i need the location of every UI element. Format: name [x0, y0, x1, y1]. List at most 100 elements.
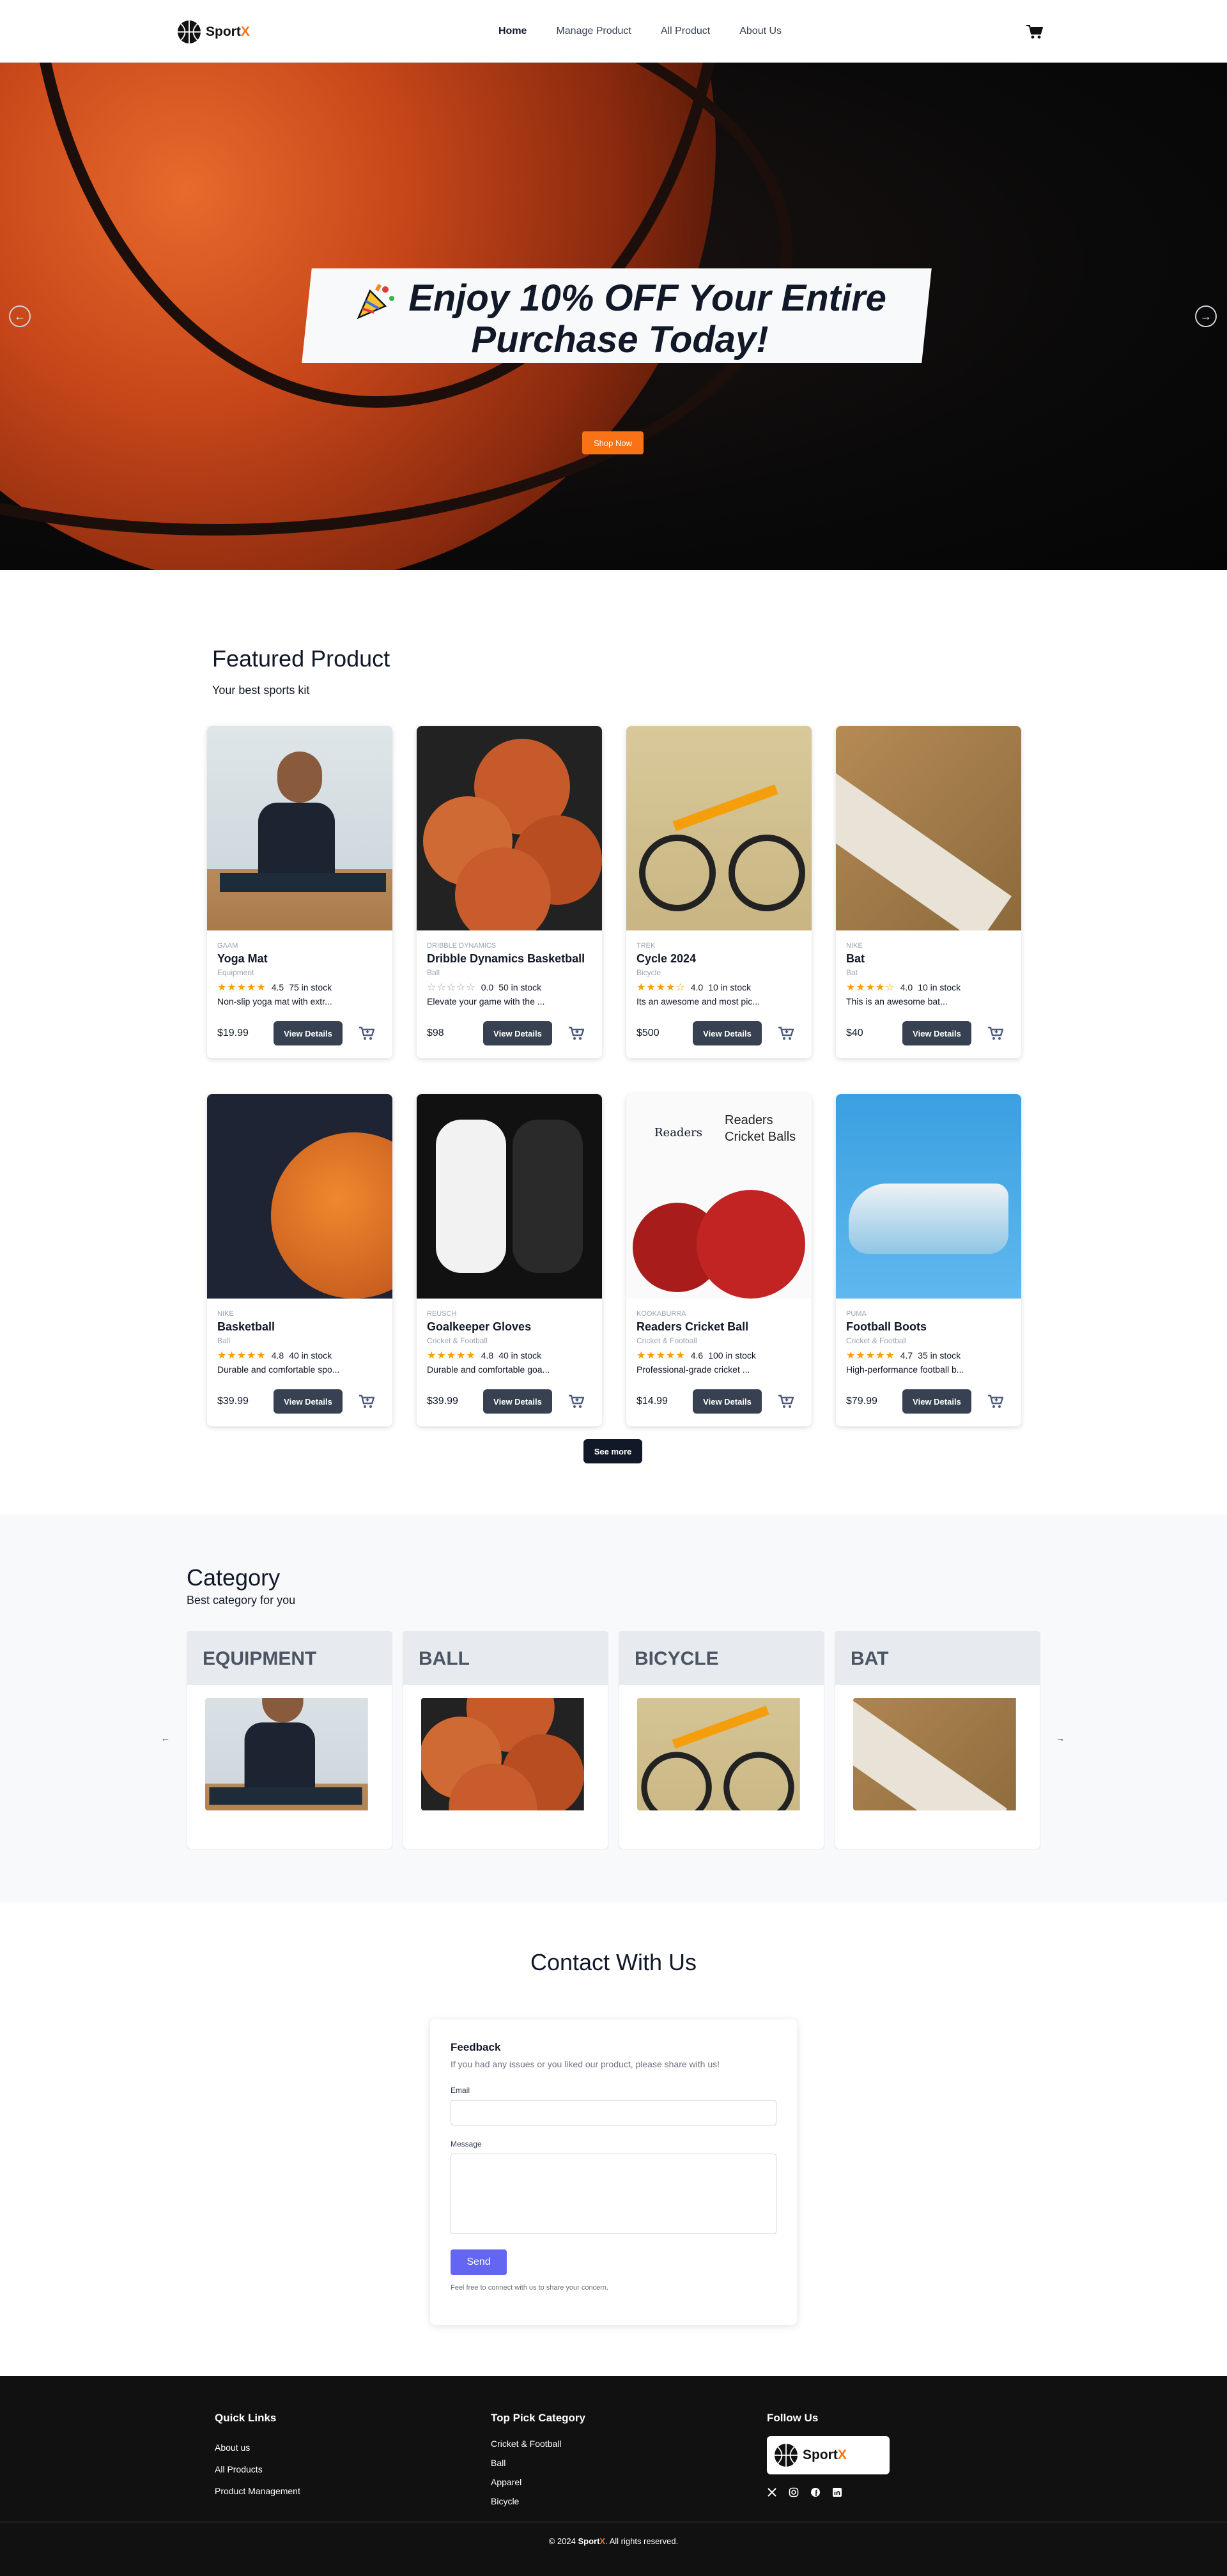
footer-link-all-products[interactable]: All Products	[215, 2464, 300, 2474]
shop-now-button[interactable]: Shop Now	[582, 431, 644, 454]
product-description: Durable and comfortable spo...	[217, 1364, 340, 1375]
arrow-left-icon[interactable]: ←	[9, 305, 31, 327]
category-card[interactable]: EQUIPMENT	[187, 1631, 392, 1849]
product-image[interactable]	[207, 1094, 392, 1299]
add-to-cart-icon[interactable]	[778, 1394, 794, 1408]
party-popper-icon	[357, 283, 395, 320]
star-rating-icon: ★★★★★	[637, 1350, 686, 1361]
product-name: Goalkeeper Gloves	[427, 1320, 532, 1333]
product-price: $19.99	[217, 1028, 249, 1038]
rating-value: 4.8	[271, 1350, 284, 1361]
readers-logo: Readers	[654, 1126, 702, 1139]
arrow-right-icon[interactable]: →	[1195, 305, 1217, 327]
product-image[interactable]	[626, 726, 812, 930]
product-image[interactable]	[207, 726, 392, 930]
product-card: REUSCH Goalkeeper Gloves Cricket & Footbal…	[417, 1094, 602, 1426]
instagram-icon[interactable]	[789, 2487, 799, 2497]
x-icon[interactable]	[767, 2487, 777, 2497]
category-card[interactable]: BAT	[835, 1631, 1040, 1849]
product-brand: KOOKABURRA	[637, 1310, 686, 1318]
product-description: Non-slip yoga mat with extr...	[217, 996, 332, 1006]
product-image[interactable]	[417, 726, 602, 930]
view-details-button[interactable]: View Details	[274, 1389, 343, 1414]
star-rating-icon: ★★★★★	[217, 982, 266, 993]
stock-count: 40 in stock	[289, 1350, 332, 1361]
product-image[interactable]	[836, 1094, 1021, 1299]
category-image	[205, 1698, 375, 1810]
linkedin-icon[interactable]	[832, 2487, 842, 2497]
footer-link-ball[interactable]: Ball	[491, 2458, 585, 2468]
email-field[interactable]	[451, 2100, 776, 2125]
facebook-icon[interactable]	[810, 2487, 821, 2497]
card-footer: $79.99 View Details	[846, 1389, 1011, 1414]
product-image[interactable]	[417, 1094, 602, 1299]
product-card: TREK Cycle 2024 Bicycle ★★★★☆ 4.0 10 in stock…	[626, 726, 812, 1058]
footer-link-apparel[interactable]: Apparel	[491, 2477, 585, 2487]
footer-link-product-management[interactable]: Product Management	[215, 2486, 300, 2496]
product-category: Bicycle	[637, 968, 661, 977]
rating-value: 4.7	[900, 1350, 913, 1361]
rating-value: 4.0	[900, 982, 913, 992]
footer-link-about[interactable]: About us	[215, 2442, 300, 2453]
add-to-cart-icon[interactable]	[569, 1394, 584, 1408]
footer-link-bicycle[interactable]: Bicycle	[491, 2496, 585, 2506]
product-category: Bat	[846, 968, 858, 977]
add-to-cart-icon[interactable]	[778, 1026, 794, 1040]
category-image	[421, 1698, 591, 1810]
view-details-button[interactable]: View Details	[902, 1389, 971, 1414]
card-footer: $39.99 View Details	[217, 1389, 382, 1414]
quick-links-title: Quick Links	[215, 2412, 277, 2424]
basketball-logo-icon	[775, 2444, 798, 2467]
view-details-button[interactable]: View Details	[693, 1389, 762, 1414]
star-rating-icon: ★★★★☆	[637, 982, 686, 993]
product-price: $39.99	[217, 1396, 249, 1407]
cart-icon[interactable]	[1026, 24, 1043, 40]
product-brand: TREK	[637, 942, 656, 950]
product-image[interactable]: Readers Readers Cricket Balls	[626, 1094, 812, 1299]
add-to-cart-icon[interactable]	[988, 1394, 1003, 1408]
star-rating-icon: ★★★★★	[427, 1350, 476, 1361]
add-to-cart-icon[interactable]	[359, 1394, 374, 1408]
rating-row: ★★★★★ 4.8 40 in stock	[427, 1349, 592, 1362]
nav-home[interactable]: Home	[498, 26, 527, 37]
category-card[interactable]: BICYCLE	[619, 1631, 824, 1849]
nav-all-product[interactable]: All Product	[661, 26, 710, 37]
view-details-button[interactable]: View Details	[693, 1021, 762, 1045]
send-button[interactable]: Send	[451, 2249, 507, 2275]
footer-brand-name: SportX	[803, 2448, 847, 2462]
footer-brand-logo[interactable]: SportX	[767, 2436, 890, 2474]
card-footer: $19.99 View Details	[217, 1021, 382, 1045]
view-details-button[interactable]: View Details	[483, 1021, 552, 1045]
stock-count: 10 in stock	[708, 982, 752, 992]
basketball-logo-icon	[178, 20, 201, 43]
nav-about-us[interactable]: About Us	[739, 26, 782, 37]
category-name: BALL	[403, 1631, 608, 1685]
view-details-button[interactable]: View Details	[902, 1021, 971, 1045]
rating-value: 0.0	[481, 982, 494, 992]
product-description: Durable and comfortable goa...	[427, 1364, 550, 1375]
category-card[interactable]: BALL	[403, 1631, 608, 1849]
product-category: Equipment	[217, 968, 254, 977]
chevron-right-icon[interactable]: →	[1056, 1733, 1065, 1743]
chevron-left-icon[interactable]: ←	[161, 1733, 170, 1743]
product-name: Yoga Mat	[217, 952, 268, 965]
message-field[interactable]	[451, 2154, 776, 2234]
top-navbar: SportX Home Manage Product All Product A…	[0, 0, 1227, 63]
footer-link-cricket-football[interactable]: Cricket & Football	[491, 2439, 585, 2449]
stock-count: 75 in stock	[289, 982, 332, 992]
product-card: NIKE Basketball Ball ★★★★★ 4.8 40 in stock Dur…	[207, 1094, 392, 1426]
nav-manage-product[interactable]: Manage Product	[556, 26, 631, 37]
nav-links: Home Manage Product All Product About Us	[498, 26, 782, 37]
social-icons	[767, 2487, 890, 2497]
add-to-cart-icon[interactable]	[359, 1026, 374, 1040]
rating-row: ★★★★★ 4.5 75 in stock	[217, 981, 382, 994]
add-to-cart-icon[interactable]	[988, 1026, 1003, 1040]
product-brand: NIKE	[846, 942, 863, 950]
see-more-button[interactable]: See more	[583, 1439, 642, 1463]
add-to-cart-icon[interactable]	[569, 1026, 584, 1040]
product-image[interactable]	[836, 726, 1021, 930]
product-description: Elevate your game with the ...	[427, 996, 545, 1006]
view-details-button[interactable]: View Details	[483, 1389, 552, 1414]
view-details-button[interactable]: View Details	[274, 1021, 343, 1045]
brand-logo[interactable]: SportX	[176, 19, 250, 45]
